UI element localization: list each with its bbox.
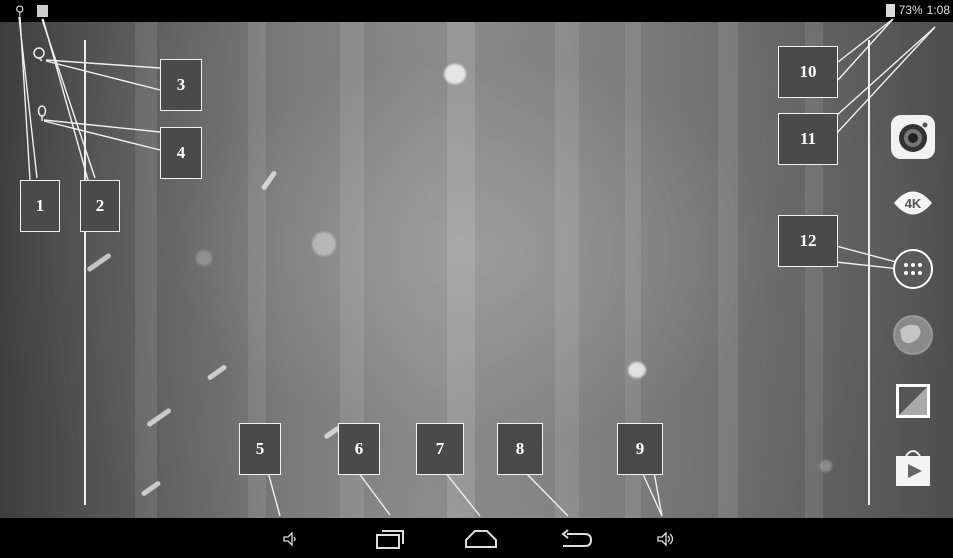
browser-app-icon[interactable] [890,312,936,358]
all-apps-icon[interactable] [890,246,936,292]
volume-down-icon [283,531,296,547]
callout-10: 10 [778,46,838,98]
callout-7: 7 [416,423,464,475]
home-button[interactable] [462,524,500,554]
callout-2: 2 [80,180,120,232]
callout-9: 9 [617,423,663,475]
callout-5: 5 [239,423,281,475]
play-store-app-icon[interactable] [890,444,936,490]
back-icon [561,529,593,547]
home-icon [465,530,497,548]
volume-up-button[interactable] [654,524,678,554]
home-screen: ⚲ 73% 1:08 1 2 3 4 5 6 7 8 9 10 11 12 4K [0,0,953,558]
callout-8: 8 [497,423,543,475]
recent-apps-button[interactable] [372,524,408,554]
volume-down-button[interactable] [278,524,302,554]
callout-1: 1 [20,180,60,232]
back-button[interactable] [558,524,594,554]
callout-12: 12 [778,215,838,267]
callout-4: 4 [160,127,202,179]
4k-player-app-icon[interactable]: 4K [890,180,936,226]
recent-apps-icon [376,530,404,549]
callout-11: 11 [778,113,838,165]
callout-6: 6 [338,423,380,475]
camera-app-icon[interactable] [890,114,936,160]
volume-up-icon [657,531,674,547]
callout-3: 3 [160,59,202,111]
gallery-app-icon[interactable] [890,378,936,424]
4k-label: 4K [905,196,922,211]
